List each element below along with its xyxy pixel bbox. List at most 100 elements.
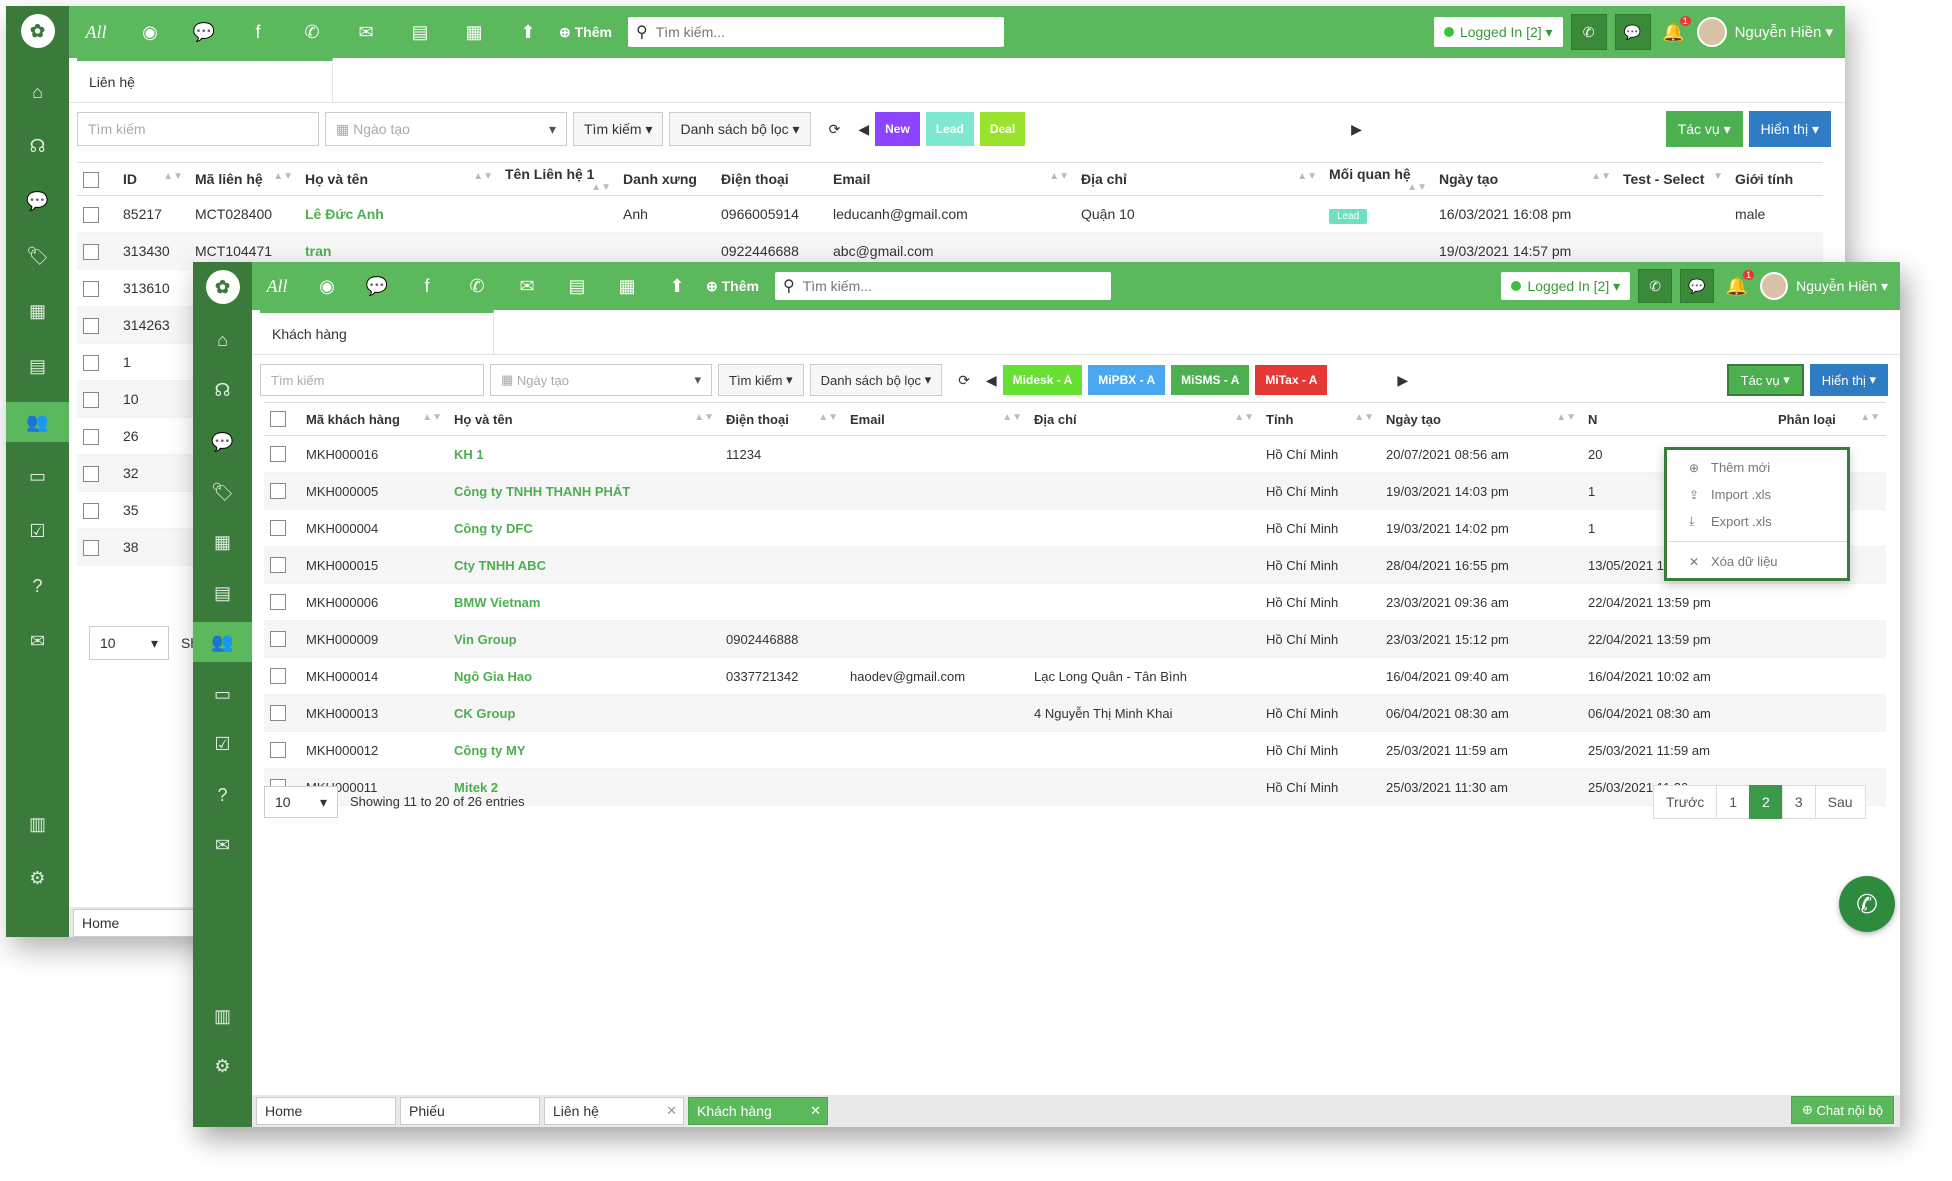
chat-icon[interactable]: 💬 xyxy=(6,181,69,221)
mail-icon[interactable]: ✉ xyxy=(6,621,69,661)
row-checkbox[interactable] xyxy=(77,454,117,492)
row-checkbox[interactable] xyxy=(77,380,117,418)
customers-tacvu-button[interactable]: Tác vụ ▾ xyxy=(1726,364,1804,396)
refresh-icon[interactable]: ⟳ xyxy=(829,121,841,138)
customers-date-select[interactable]: ▦ Ngày tạo ▾ xyxy=(490,364,712,396)
settings-icon[interactable]: ⚙ xyxy=(193,1046,252,1086)
wechat-button[interactable]: 💬 xyxy=(1680,269,1715,303)
table-row[interactable]: MKH000014 Ngô Gia Hao 0337721342 haodev@gma… xyxy=(264,657,1886,695)
news-icon[interactable]: ▤ xyxy=(193,573,252,613)
contacts-date-select[interactable]: ▦ Ngào tạo ▾ xyxy=(325,112,567,146)
chip-deal[interactable]: Deal xyxy=(979,112,1026,146)
col-email[interactable]: Email ▲▼ xyxy=(827,162,1075,196)
facebook-icon[interactable]: f xyxy=(402,276,452,297)
col-province[interactable]: Tỉnh ▲▼ xyxy=(1260,402,1380,436)
arrow-up-icon[interactable]: ⬆ xyxy=(652,276,702,297)
ticket-icon[interactable]: 🏷 xyxy=(6,236,69,276)
calendar-icon[interactable]: ▦ xyxy=(602,276,652,297)
contacts-filter-list-button[interactable]: Danh sách bộ lọc ▾ xyxy=(669,112,811,146)
users-icon[interactable]: 👥 xyxy=(193,622,252,662)
phone-button[interactable]: ✆ xyxy=(1638,269,1673,303)
col-created[interactable]: Ngày tạo ▲▼ xyxy=(1433,162,1617,196)
global-search-input[interactable] xyxy=(653,23,996,41)
contacts-tacvu-button[interactable]: Tác vụ ▾ xyxy=(1665,111,1743,147)
check-icon[interactable]: ☑ xyxy=(193,724,252,764)
mail-icon[interactable]: ✉ xyxy=(502,276,552,297)
row-checkbox[interactable] xyxy=(77,528,117,566)
ticket-icon[interactable]: 🏷 xyxy=(193,472,252,512)
chip-mitax[interactable]: MiTax - A xyxy=(1255,365,1328,395)
cell-name[interactable]: BMW Vietnam xyxy=(448,583,720,621)
table-row[interactable]: MKH000004 Công ty DFC Hồ Chí Minh 19/03/202… xyxy=(264,509,1886,547)
chat-bubbles-icon[interactable]: 💬 xyxy=(177,22,231,43)
table-row[interactable]: MKH000005 Công ty TNHH THANH PHÁT Hồ Chí M… xyxy=(264,472,1886,510)
pager-page-2[interactable]: 2 xyxy=(1749,785,1783,819)
row-checkbox[interactable] xyxy=(264,546,300,584)
calendar-icon[interactable]: ▦ xyxy=(193,522,252,562)
home-icon[interactable]: ⌂ xyxy=(193,320,252,360)
cell-name[interactable]: Lê Đức Anh xyxy=(299,195,499,233)
pager-page-3[interactable]: 3 xyxy=(1781,785,1816,819)
headset-icon[interactable]: ☊ xyxy=(6,126,69,166)
avatar[interactable] xyxy=(1760,272,1789,300)
cell-name[interactable]: Vin Group xyxy=(448,620,720,658)
table-row[interactable]: MKH000016 KH 1 11234 Hồ Chí Minh 20/07/2021 … xyxy=(264,435,1886,473)
pager-prev[interactable]: Trước xyxy=(1653,785,1718,819)
col-code[interactable]: Mã khách hàng ▲▼ xyxy=(300,402,448,436)
chip-misms[interactable]: MiSMS - A xyxy=(1171,365,1250,395)
scroll-right-icon[interactable]: ▶ xyxy=(1351,121,1362,138)
customers-hienthi-button[interactable]: Hiển thị ▾ xyxy=(1809,364,1888,396)
row-checkbox[interactable] xyxy=(264,472,300,510)
add-button[interactable]: ⊕ Thêm xyxy=(559,24,612,41)
scroll-left-icon[interactable]: ◀ xyxy=(858,121,869,138)
cell-name[interactable]: KH 1 xyxy=(448,435,720,473)
help-icon[interactable]: ? xyxy=(193,775,252,815)
close-icon[interactable]: ✕ xyxy=(810,1103,821,1119)
bottom-tab-home[interactable]: Home xyxy=(256,1097,396,1125)
home-icon[interactable]: ⌂ xyxy=(6,72,69,112)
row-checkbox[interactable] xyxy=(264,435,300,473)
form-icon[interactable]: ▤ xyxy=(393,22,447,43)
row-checkbox[interactable] xyxy=(77,306,117,344)
avatar[interactable] xyxy=(1696,17,1727,47)
global-search-input[interactable] xyxy=(800,277,1103,295)
scroll-right-icon[interactable]: ▶ xyxy=(1397,372,1408,389)
chat-bubbles-icon[interactable]: 💬 xyxy=(352,276,402,297)
row-checkbox[interactable] xyxy=(77,343,117,381)
col-phone[interactable]: Điện thoại ▲▼ xyxy=(720,402,844,436)
table-row[interactable]: MKH000006 BMW Vietnam Hồ Chí Minh 23/03/202… xyxy=(264,583,1886,621)
row-checkbox[interactable] xyxy=(264,583,300,621)
bottom-tab-phieu[interactable]: Phiếu xyxy=(400,1097,540,1125)
users-icon[interactable]: 👥 xyxy=(6,402,69,442)
row-checkbox[interactable] xyxy=(264,620,300,658)
facebook-icon[interactable]: f xyxy=(231,22,285,43)
col-category[interactable]: Phân loại ▲▼ xyxy=(1772,402,1886,436)
row-checkbox[interactable] xyxy=(77,269,117,307)
form-icon[interactable]: ▤ xyxy=(552,276,602,297)
row-checkbox[interactable] xyxy=(77,417,117,455)
cell-name[interactable]: Công ty DFC xyxy=(448,509,720,547)
cell-name[interactable]: CK Group xyxy=(448,694,720,732)
close-icon[interactable]: ✕ xyxy=(666,1103,677,1119)
wechat-button[interactable]: 💬 xyxy=(1614,14,1651,50)
col-id[interactable]: ID ▲▼ xyxy=(117,162,189,196)
pager-next[interactable]: Sau xyxy=(1814,785,1866,819)
user-menu[interactable]: Nguyễn Hiền ▾ xyxy=(1796,278,1888,295)
menu-item-export[interactable]: ⤓ Export .xls xyxy=(1667,508,1847,535)
mail-icon[interactable]: ✉ xyxy=(339,22,393,43)
settings-icon[interactable]: ⚙ xyxy=(6,858,69,898)
bell-icon[interactable]: 🔔 1 xyxy=(1659,15,1691,43)
phone-wave-icon[interactable]: ✆ xyxy=(452,276,502,297)
chip-midesk[interactable]: Midesk - A xyxy=(1002,365,1083,395)
customers-filter-list-button[interactable]: Danh sách bộ lọc ▾ xyxy=(809,364,943,396)
col-phone[interactable]: Điện thoại xyxy=(715,162,827,196)
col-created[interactable]: Ngày tạo ▲▼ xyxy=(1380,402,1582,436)
phone-button[interactable]: ✆ xyxy=(1570,14,1607,50)
calendar-icon[interactable]: ▦ xyxy=(6,291,69,331)
user-menu[interactable]: Nguyễn Hiền ▾ xyxy=(1735,23,1833,41)
table-row[interactable]: MKH000009 Vin Group 0902446888 Hồ Chí Minh 2… xyxy=(264,620,1886,658)
mail-icon[interactable]: ✉ xyxy=(193,825,252,865)
bottom-tab-customers[interactable]: Khách hàng ✕ xyxy=(688,1097,828,1125)
row-checkbox[interactable] xyxy=(77,232,117,270)
col-code[interactable]: Mã liên hệ ▲▼ xyxy=(189,162,299,196)
